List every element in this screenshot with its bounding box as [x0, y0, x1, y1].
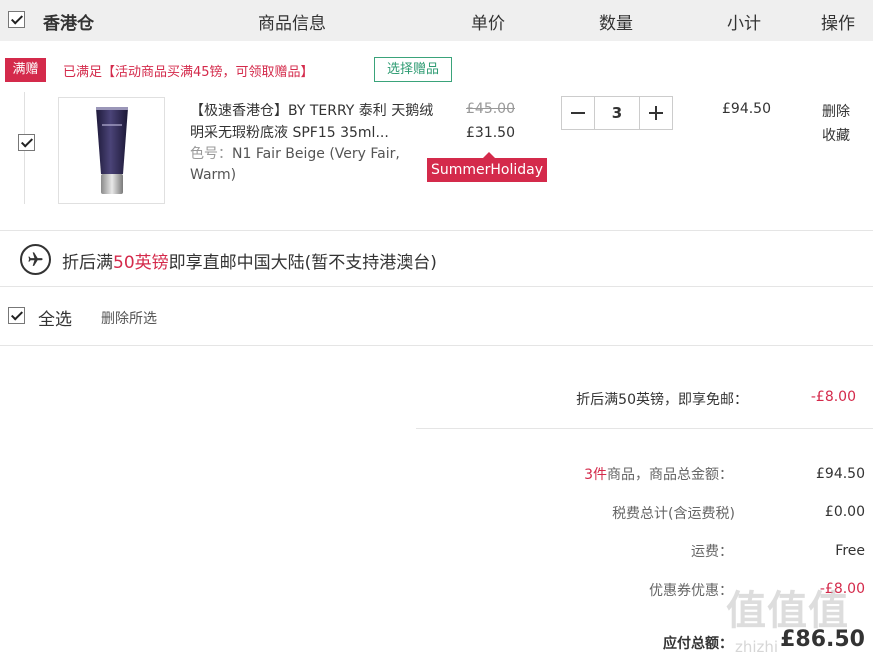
favorite-item-link[interactable]: 收藏 [822, 125, 850, 145]
watermark-logo: 值值值 [726, 588, 849, 634]
product-name[interactable]: 【极速香港仓】BY TERRY 泰利 天鹅绒明采无瑕粉底液 SPF15 35ml… [190, 100, 435, 144]
select-gift-button[interactable]: 选择赠品 [374, 57, 452, 82]
select-all-label[interactable]: 全选 [38, 305, 72, 330]
store-select-checkbox[interactable] [8, 11, 25, 28]
decrease-quantity-button[interactable] [562, 97, 594, 129]
quantity-value[interactable]: 3 [594, 97, 640, 129]
quantity-stepper: 3 [561, 96, 673, 130]
summary-divider [416, 428, 873, 429]
divider [0, 286, 873, 287]
watermark-site: zhizhi [735, 638, 779, 656]
shipping-suffix: 即享直邮中国大陆(暂不支持港澳台) [168, 253, 437, 273]
discount-price: £31.50 [466, 125, 515, 141]
goods-total-value: £94.50 [816, 466, 865, 482]
column-unit-price: 单价 [471, 14, 505, 34]
coupon-badge: SummerHoliday [427, 152, 548, 182]
select-all-checkbox[interactable] [8, 307, 25, 324]
column-subtotal: 小计 [727, 14, 761, 34]
column-quantity: 数量 [599, 14, 633, 34]
freight-label: 运费： [691, 544, 733, 560]
cart-header: 香港仓 商品信息 单价 数量 小计 操作 [0, 0, 873, 41]
airplane-icon [20, 244, 51, 275]
item-subtotal: £94.50 [722, 101, 771, 117]
promo-tag: 满赠 [5, 58, 46, 82]
delete-selected-link[interactable]: 删除所选 [101, 308, 157, 328]
tax-value: £0.00 [824, 504, 865, 520]
shipping-notice: 折后满50英镑即享直邮中国大陆(暂不支持港澳台) [62, 248, 437, 273]
store-name: 香港仓 [43, 14, 94, 34]
product-thumbnail[interactable] [58, 97, 165, 204]
free-shipping-value: -£8.00 [810, 389, 856, 405]
shipping-prefix: 折后满 [62, 253, 113, 273]
coupon-discount-label: 优惠券优惠： [649, 583, 733, 599]
freight-value: Free [835, 543, 865, 559]
product-tube-image [96, 107, 128, 194]
promo-text: 已满足【活动商品买满45镑，可领取赠品】 [63, 65, 314, 80]
free-shipping-label: 折后满50英镑，即享免邮： [576, 392, 748, 408]
payable-total-label: 应付总额： [663, 636, 733, 652]
goods-total-label: 3件商品，商品总金额： [584, 464, 733, 484]
column-product-info: 商品信息 [258, 14, 326, 34]
variant-label: 色号： [190, 146, 232, 162]
divider [0, 230, 873, 231]
column-action: 操作 [821, 14, 855, 34]
item-select-checkbox[interactable] [18, 134, 35, 151]
goods-total-text: 商品，商品总金额： [607, 467, 733, 483]
product-variant: 色号：N1 Fair Beige (Very Fair, Warm) [190, 144, 430, 186]
delete-item-link[interactable]: 删除 [822, 101, 850, 121]
increase-quantity-button[interactable] [640, 97, 672, 129]
tax-label: 税费总计(含运费税) [612, 506, 735, 522]
shipping-threshold: 50英镑 [113, 253, 169, 273]
item-count: 3件 [584, 467, 607, 483]
divider [0, 345, 873, 346]
original-price: £45.00 [466, 101, 515, 117]
